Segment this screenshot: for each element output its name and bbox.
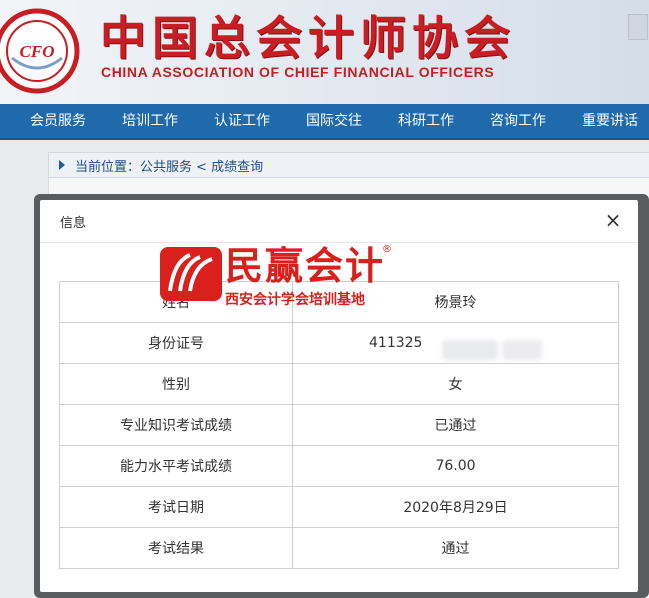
table-row: 专业知识考试成绩 已通过 — [59, 404, 619, 446]
row-label-exam-date: 考试日期 — [59, 486, 293, 528]
table-row: 考试日期 2020年8月29日 — [59, 486, 619, 528]
logo-text: CFO — [20, 42, 55, 61]
breadcrumb: 当前位置：公共服务 < 成绩查询 — [48, 152, 649, 178]
nav-item-certification[interactable]: 认证工作 — [214, 104, 270, 138]
row-value-ability-score: 76.00 — [292, 445, 619, 487]
nav-item-speeches[interactable]: 重要讲话 — [582, 104, 638, 138]
row-label-ability-score: 能力水平考试成绩 — [59, 445, 293, 487]
row-value-result: 通过 — [292, 527, 619, 569]
close-icon[interactable]: × — [602, 209, 624, 231]
site-title-en: CHINA ASSOCIATION OF CHIEF FINANCIAL OFF… — [101, 64, 495, 80]
row-label-professional-score: 专业知识考试成绩 — [59, 404, 293, 446]
row-value-gender: 女 — [292, 363, 619, 405]
row-label-result: 考试结果 — [59, 527, 293, 569]
header-corner-button[interactable] — [628, 14, 648, 40]
cfo-logo-icon: CFO — [0, 8, 80, 94]
watermark-subtitle: 西安会计学会培训基地 — [225, 292, 365, 308]
table-row: 能力水平考试成绩 76.00 — [59, 445, 619, 487]
watermark-brand-name: 民赢会计 — [225, 244, 386, 288]
nav-item-consulting[interactable]: 咨询工作 — [490, 104, 546, 138]
modal-header: 信息 × — [40, 200, 638, 243]
redaction-blur — [502, 340, 542, 360]
row-value-professional-score: 已通过 — [292, 404, 619, 446]
table-row: 考试结果 通过 — [59, 527, 619, 569]
breadcrumb-text: 当前位置：公共服务 < 成绩查询 — [75, 160, 264, 175]
site-header: CFO 中国总会计师协会 CHINA ASSOCIATION OF CHIEF … — [0, 0, 649, 104]
watermark-logo-icon — [160, 247, 222, 301]
nav-item-research[interactable]: 科研工作 — [398, 104, 454, 138]
nav-item-international[interactable]: 国际交往 — [306, 104, 362, 138]
nav-item-training[interactable]: 培训工作 — [122, 104, 178, 138]
row-label-id: 身份证号 — [59, 322, 293, 364]
row-value-exam-date: 2020年8月29日 — [292, 486, 619, 528]
modal-title: 信息 — [60, 216, 87, 231]
site-title-cn: 中国总会计师协会 — [100, 11, 516, 65]
redaction-blur — [442, 340, 498, 360]
breadcrumb-arrow-icon — [59, 160, 65, 170]
nav-item-member-services[interactable]: 会员服务 — [30, 104, 86, 138]
table-row: 性别 女 — [59, 363, 619, 405]
score-table: 姓名 杨景玲 身份证号 411325 性别 女 专业知识考试成绩 已通过 能力水… — [59, 281, 619, 569]
watermark-registered-mark: ® — [382, 244, 392, 255]
row-label-gender: 性别 — [59, 363, 293, 405]
main-nav: 会员服务 培训工作 认证工作 国际交往 科研工作 咨询工作 重要讲话 — [0, 104, 649, 140]
